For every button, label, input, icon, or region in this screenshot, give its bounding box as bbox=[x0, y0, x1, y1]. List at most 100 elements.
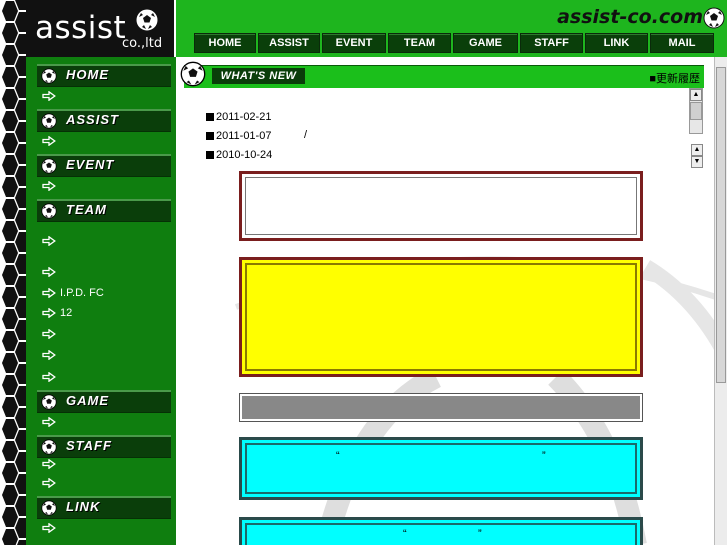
quote-open: “ bbox=[403, 528, 407, 540]
soccer-ball-icon bbox=[41, 394, 57, 410]
site-logo[interactable]: assist co.,ltd bbox=[26, 0, 174, 57]
quote-close: ” bbox=[542, 450, 546, 462]
sidebar-section-label: TEAM bbox=[66, 202, 107, 217]
arrow-right-icon bbox=[42, 417, 56, 427]
content-box-cyan: “ ” bbox=[239, 437, 643, 500]
nav-mail[interactable]: MAIL bbox=[650, 33, 714, 53]
nav-home[interactable]: HOME bbox=[194, 33, 256, 53]
arrow-right-icon bbox=[42, 288, 56, 298]
sidebar-section-team[interactable]: TEAM bbox=[37, 199, 171, 221]
news-date: 2010-10-24 bbox=[216, 148, 273, 161]
arrow-right-icon bbox=[42, 308, 56, 318]
sidebar-item-label: 12 bbox=[60, 307, 73, 319]
whats-new-bar: WHAT'S NEW ■更新履歴 bbox=[184, 65, 704, 88]
scroll-down-icon[interactable]: ▼ bbox=[691, 156, 703, 168]
arrow-right-icon bbox=[42, 136, 56, 146]
nav-assist[interactable]: ASSIST bbox=[258, 33, 320, 53]
sidebar-team-link[interactable] bbox=[42, 369, 60, 385]
nav-link[interactable]: LINK bbox=[585, 33, 648, 53]
sidebar-link[interactable] bbox=[42, 414, 60, 430]
news-item[interactable]: 2011-02-21 bbox=[206, 107, 272, 126]
top-navigation: HOME ASSIST EVENT TEAM GAME STAFF LINK M… bbox=[194, 33, 716, 53]
content-box-yellow bbox=[239, 257, 643, 377]
news-separator: / bbox=[304, 129, 308, 141]
bullet-icon bbox=[206, 112, 214, 121]
soccer-ball-icon bbox=[703, 7, 725, 29]
scroll-thumb[interactable] bbox=[690, 102, 702, 120]
arrow-right-icon bbox=[42, 236, 56, 246]
soccer-ball-icon bbox=[41, 439, 57, 455]
sidebar-team-link[interactable] bbox=[42, 326, 60, 342]
sidebar: HOME ASSIST EVENT TEAM I.P.D. FC 12 GAME… bbox=[26, 57, 176, 545]
sidebar-link[interactable] bbox=[42, 88, 60, 104]
sidebar-team-link[interactable] bbox=[42, 233, 60, 249]
sidebar-section-label: HOME bbox=[66, 67, 109, 82]
sidebar-section-link[interactable]: LINK bbox=[37, 496, 171, 518]
sidebar-link[interactable] bbox=[42, 520, 60, 536]
soccer-ball-icon bbox=[180, 61, 206, 87]
bullet-icon bbox=[206, 131, 214, 140]
sidebar-section-assist[interactable]: ASSIST bbox=[37, 109, 171, 131]
quote-close: ” bbox=[478, 528, 482, 540]
header-bar: assist-co.com HOME ASSIST EVENT TEAM GAM… bbox=[176, 0, 727, 57]
soccer-ball-icon bbox=[136, 9, 158, 31]
news-date: 2011-02-21 bbox=[216, 110, 272, 123]
arrow-right-icon bbox=[42, 523, 56, 533]
arrow-right-icon bbox=[42, 181, 56, 191]
sidebar-section-event[interactable]: EVENT bbox=[37, 154, 171, 176]
sidebar-link[interactable] bbox=[42, 133, 60, 149]
news-scrollbar-buttons: ▲ ▼ bbox=[691, 144, 703, 170]
sidebar-item-label: I.P.D. FC bbox=[60, 287, 104, 299]
arrow-right-icon bbox=[42, 350, 56, 360]
sidebar-link[interactable] bbox=[42, 456, 60, 472]
nav-staff[interactable]: STAFF bbox=[520, 33, 583, 53]
sidebar-link[interactable] bbox=[42, 178, 60, 194]
nav-event[interactable]: EVENT bbox=[322, 33, 386, 53]
arrow-right-icon bbox=[42, 478, 56, 488]
content-box-cyan-2: “ ” bbox=[239, 517, 643, 545]
soccer-ball-icon bbox=[41, 158, 57, 174]
quote-open: “ bbox=[336, 450, 340, 462]
sidebar-section-label: STAFF bbox=[66, 438, 112, 453]
soccer-ball-icon bbox=[41, 68, 57, 84]
news-scrollbar[interactable]: ▲ bbox=[689, 88, 703, 134]
content-box-white bbox=[239, 171, 643, 241]
page-scroll-thumb[interactable] bbox=[716, 67, 726, 383]
page-scrollbar[interactable] bbox=[714, 57, 727, 545]
sidebar-section-staff[interactable]: STAFF bbox=[37, 435, 171, 457]
sidebar-team-link[interactable] bbox=[42, 347, 60, 363]
soccer-pattern-icon bbox=[0, 0, 26, 545]
content-box-gray bbox=[239, 393, 643, 422]
update-history-link[interactable]: ■更新履歴 bbox=[649, 70, 700, 86]
nav-game[interactable]: GAME bbox=[453, 33, 518, 53]
news-list: 2011-02-21 2011-01-07 2010-10-24 bbox=[206, 107, 272, 164]
arrow-right-icon bbox=[42, 329, 56, 339]
soccer-pattern-strip bbox=[0, 0, 26, 545]
sidebar-link[interactable] bbox=[42, 475, 60, 491]
arrow-right-icon bbox=[42, 267, 56, 277]
nav-team[interactable]: TEAM bbox=[388, 33, 451, 53]
box-inner bbox=[245, 263, 637, 371]
brand-domain[interactable]: assist-co.com bbox=[557, 6, 703, 28]
arrow-right-icon bbox=[42, 91, 56, 101]
logo-suffix: co.,ltd bbox=[122, 36, 163, 51]
sidebar-team-link[interactable] bbox=[42, 264, 60, 280]
news-item[interactable]: 2011-01-07 bbox=[206, 126, 272, 145]
arrow-right-icon bbox=[42, 459, 56, 469]
sidebar-section-home[interactable]: HOME bbox=[37, 64, 171, 86]
sidebar-team-link[interactable]: 12 bbox=[42, 305, 72, 321]
box-inner bbox=[245, 177, 637, 235]
scroll-up-icon[interactable]: ▲ bbox=[691, 144, 703, 156]
news-item[interactable]: 2010-10-24 bbox=[206, 145, 272, 164]
sidebar-section-game[interactable]: GAME bbox=[37, 390, 171, 412]
scroll-up-icon[interactable]: ▲ bbox=[690, 89, 702, 101]
bullet-icon bbox=[206, 150, 214, 159]
sidebar-section-label: ASSIST bbox=[66, 112, 119, 127]
sidebar-section-label: LINK bbox=[66, 499, 101, 514]
arrow-right-icon bbox=[42, 372, 56, 382]
logo-word: assist bbox=[35, 10, 127, 46]
sidebar-team-link[interactable]: I.P.D. FC bbox=[42, 285, 104, 301]
sidebar-section-label: GAME bbox=[66, 393, 109, 408]
whats-new-title: WHAT'S NEW bbox=[212, 68, 305, 84]
main-content: WHAT'S NEW ■更新履歴 2011-02-21 2011-01-07 2… bbox=[176, 57, 727, 545]
